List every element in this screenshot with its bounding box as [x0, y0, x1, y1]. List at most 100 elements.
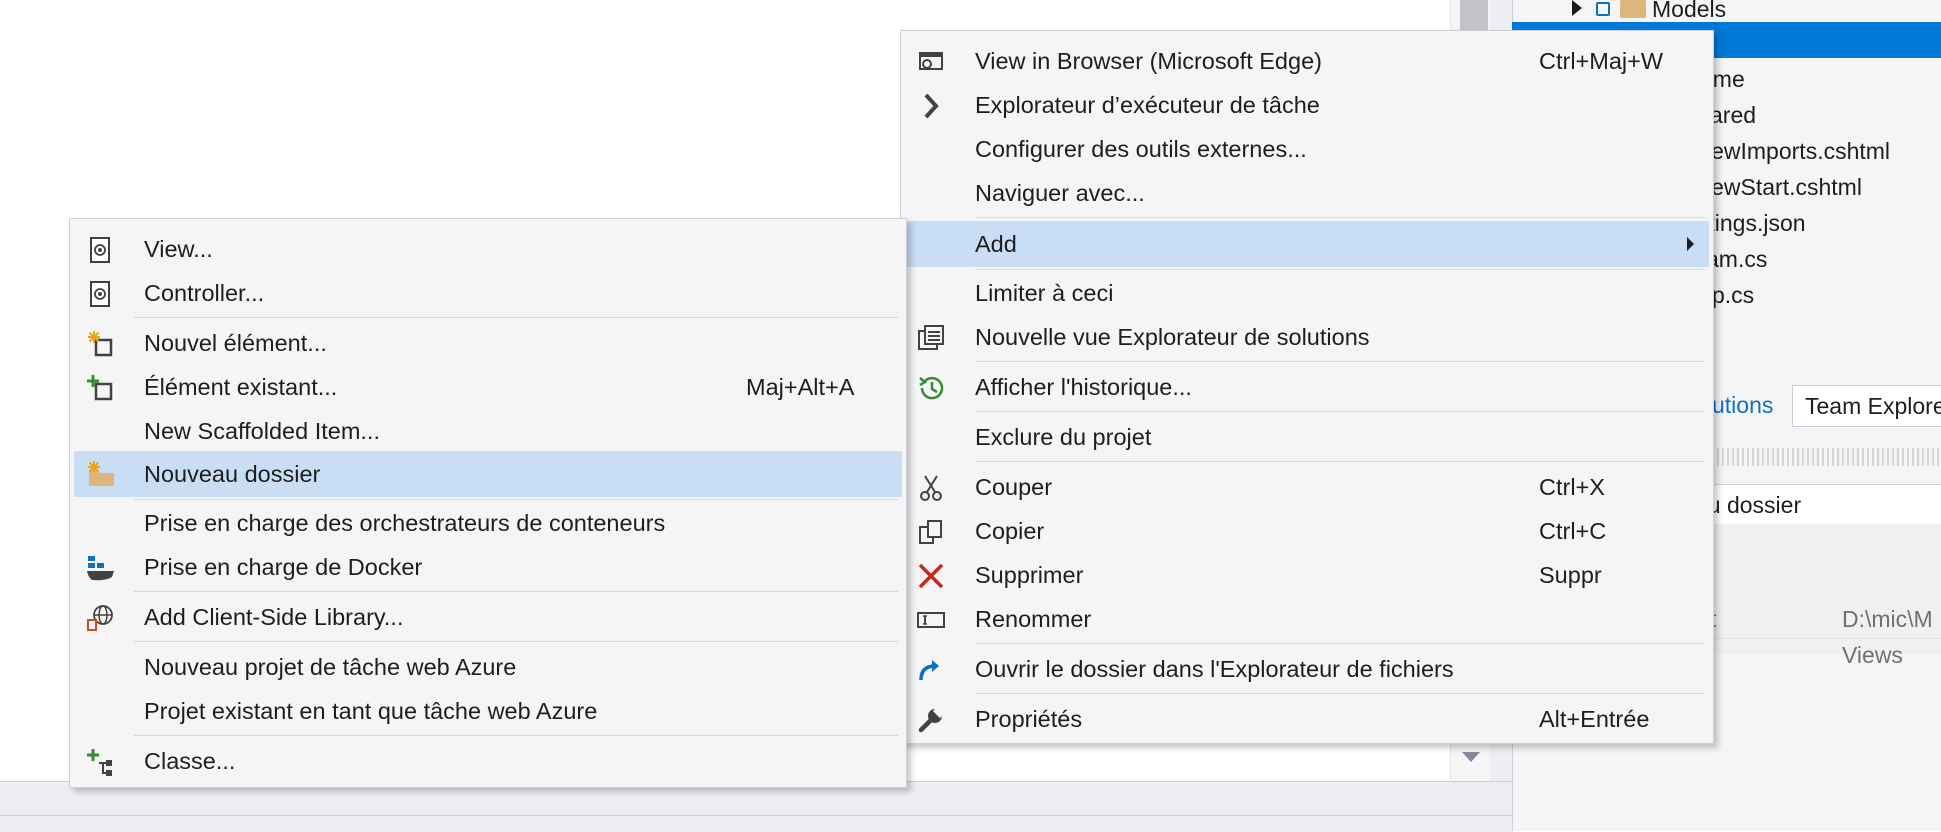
expand-arrow-icon[interactable]	[1572, 0, 1582, 16]
properties-object-selector[interactable]: du dossier	[1690, 484, 1941, 526]
tree-item-models[interactable]: Models	[1652, 0, 1726, 23]
menu-separator	[134, 735, 898, 736]
submenu-item-container-orchestrator-support[interactable]: Prise en charge des orchestrateurs de co…	[74, 501, 902, 545]
scroll-down-arrow-icon[interactable]	[1462, 752, 1480, 762]
menu-item-shortcut: Ctrl+X	[1539, 474, 1605, 500]
folder-icon	[1620, 0, 1646, 18]
menu-separator	[134, 641, 898, 642]
menu-item-delete[interactable]: Supprimer Suppr	[905, 553, 1709, 597]
existing-item-icon	[86, 374, 114, 402]
submenu-item-class[interactable]: Classe...	[74, 739, 902, 783]
scissors-icon	[917, 474, 945, 502]
submenu-item-existing-project-as-webjob[interactable]: Projet existant en tant que tâche web Az…	[74, 689, 902, 733]
menu-item-shortcut: Ctrl+C	[1539, 518, 1607, 544]
menu-item-shortcut: Suppr	[1539, 562, 1602, 588]
menu-item-shortcut: Alt+Entrée	[1539, 706, 1650, 732]
open-folder-arrow-icon	[917, 656, 945, 684]
menu-separator	[134, 591, 898, 592]
docker-icon	[86, 554, 114, 582]
menu-item-label: Configurer des outils externes...	[975, 136, 1307, 162]
menu-item-label: Controller...	[144, 280, 265, 306]
menu-separator	[975, 269, 1705, 270]
razor-file-icon	[86, 280, 114, 308]
menu-item-label: Propriétés	[975, 706, 1083, 732]
menu-item-view-history[interactable]: Afficher l'historique...	[905, 365, 1709, 409]
submenu-item-view[interactable]: View...	[74, 227, 902, 271]
submenu-item-existing-item[interactable]: Élément existant... Maj+Alt+A	[74, 365, 902, 409]
menu-item-add[interactable]: Add	[905, 221, 1709, 267]
context-menu: View in Browser (Microsoft Edge) Ctrl+Ma…	[900, 30, 1714, 744]
tree-item-viewstart[interactable]: iewStart.cshtml	[1706, 174, 1862, 201]
chevron-right-icon	[917, 92, 945, 120]
menu-item-label: Add Client-Side Library...	[144, 604, 404, 630]
menu-item-label: Nouveau projet de tâche web Azure	[144, 654, 517, 680]
property-value-name[interactable]: Views	[1842, 642, 1903, 669]
menu-separator	[975, 693, 1705, 694]
menu-item-copy[interactable]: Copier Ctrl+C	[905, 509, 1709, 553]
submenu-item-new-scaffolded-item[interactable]: New Scaffolded Item...	[74, 409, 902, 453]
menu-item-view-in-browser[interactable]: View in Browser (Microsoft Edge) Ctrl+Ma…	[905, 39, 1709, 83]
bottom-divider	[0, 815, 1512, 816]
menu-item-label: Nouvel élément...	[144, 330, 327, 356]
menu-item-label: Classe...	[144, 748, 236, 774]
submenu-item-controller[interactable]: Controller...	[74, 271, 902, 315]
menu-item-label: Renommer	[975, 606, 1092, 632]
menu-item-label: Ouvrir le dossier dans l'Explorateur de …	[975, 656, 1454, 682]
menu-item-shortcut: Maj+Alt+A	[746, 374, 855, 400]
property-row-divider	[1690, 638, 1941, 639]
menu-item-new-solution-explorer-view[interactable]: Nouvelle vue Explorateur de solutions	[905, 315, 1709, 359]
menu-item-browse-with[interactable]: Naviguer avec...	[905, 171, 1709, 215]
menu-item-label: Naviguer avec...	[975, 180, 1145, 206]
menu-item-label: View...	[144, 236, 213, 262]
menu-item-label: Couper	[975, 474, 1053, 500]
menu-separator	[134, 317, 898, 318]
menu-item-cut[interactable]: Couper Ctrl+X	[905, 465, 1709, 509]
new-window-icon	[917, 324, 945, 352]
tree-item-appsettings[interactable]: ttings.json	[1702, 210, 1806, 237]
menu-item-scope-to-this[interactable]: Limiter à ceci	[905, 271, 1709, 315]
menu-item-label: Explorateur d’exécuteur de tâche	[975, 92, 1320, 118]
menu-item-configure-external-tools[interactable]: Configurer des outils externes...	[905, 127, 1709, 171]
menu-separator	[134, 499, 898, 500]
submenu-item-add-client-side-library[interactable]: Add Client-Side Library...	[74, 595, 902, 639]
menu-item-label: Limiter à ceci	[975, 280, 1114, 306]
menu-item-label: Copier	[975, 518, 1045, 544]
submenu-arrow-icon	[1687, 237, 1694, 251]
menu-item-label: New Scaffolded Item...	[144, 418, 380, 444]
submenu-item-new-item[interactable]: Nouvel élément...	[74, 321, 902, 365]
wrench-icon	[917, 703, 948, 734]
menu-item-label: View in Browser (Microsoft Edge)	[975, 48, 1322, 74]
menu-item-shortcut: Ctrl+Maj+W	[1539, 48, 1664, 74]
tree-item-startup[interactable]: p.cs	[1712, 282, 1754, 309]
tree-item-viewimports[interactable]: iewImports.cshtml	[1706, 138, 1890, 165]
tree-item-program[interactable]: am.cs	[1706, 246, 1767, 273]
razor-file-icon	[86, 236, 114, 264]
submenu-item-new-folder[interactable]: Nouveau dossier	[74, 451, 902, 497]
menu-item-label: Projet existant en tant que tâche web Az…	[144, 698, 598, 724]
menu-separator	[975, 461, 1705, 462]
menu-item-rename[interactable]: Renommer	[905, 597, 1709, 641]
add-submenu: View... Controller... Nouvel élément... …	[69, 218, 907, 788]
property-value-path[interactable]: D:\mic\M	[1842, 606, 1933, 633]
menu-item-exclude-from-project[interactable]: Exclure du projet	[905, 415, 1709, 459]
menu-item-task-runner-explorer[interactable]: Explorateur d’exécuteur de tâche	[905, 83, 1709, 127]
history-icon	[917, 374, 945, 402]
menu-item-label: Prise en charge des orchestrateurs de co…	[144, 510, 666, 536]
menu-separator	[975, 217, 1705, 218]
menu-item-label: Prise en charge de Docker	[144, 554, 423, 580]
menu-item-label: Afficher l'historique...	[975, 374, 1192, 400]
globe-icon	[86, 604, 114, 632]
submenu-item-docker-support[interactable]: Prise en charge de Docker	[74, 545, 902, 589]
new-folder-icon	[86, 460, 114, 488]
menu-item-properties[interactable]: Propriétés Alt+Entrée	[905, 697, 1709, 741]
menu-item-label: Supprimer	[975, 562, 1084, 588]
menu-item-label: Add	[975, 231, 1017, 257]
tree-item-shared[interactable]: ared	[1710, 102, 1756, 129]
class-icon	[86, 748, 114, 776]
submenu-item-new-azure-webjob[interactable]: Nouveau projet de tâche web Azure	[74, 645, 902, 689]
menu-item-open-folder-in-explorer[interactable]: Ouvrir le dossier dans l'Explorateur de …	[905, 647, 1709, 691]
menu-separator	[975, 361, 1705, 362]
tab-team-explorer[interactable]: Team Explore	[1792, 385, 1941, 427]
menu-item-label: Nouvelle vue Explorateur de solutions	[975, 324, 1370, 350]
browser-icon	[917, 48, 945, 76]
